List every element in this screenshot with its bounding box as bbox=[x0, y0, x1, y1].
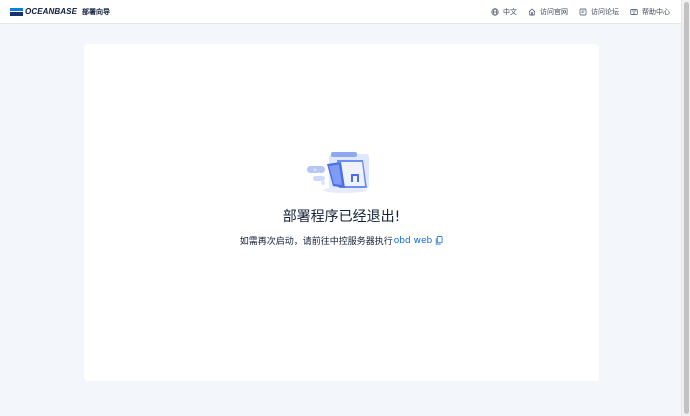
exit-door-illustration-icon: >_ bbox=[307, 152, 369, 193]
nav-official-site-label: 访问官网 bbox=[540, 8, 568, 16]
copy-icon[interactable] bbox=[435, 236, 443, 245]
restart-instructions: 如需再次启动，请前往中控服务器执行 obd web bbox=[84, 234, 599, 247]
help-book-icon bbox=[630, 9, 638, 15]
oceanbase-logo-icon bbox=[10, 7, 23, 16]
nav-official-site[interactable]: 访问官网 bbox=[528, 7, 568, 17]
nav-language[interactable]: 中文 bbox=[491, 7, 517, 17]
nav-forum-label: 访问论坛 bbox=[591, 8, 619, 16]
restart-instructions-text: 如需再次启动，请前往中控服务器执行 bbox=[239, 237, 393, 247]
svg-text:>_: >_ bbox=[313, 168, 320, 174]
globe-icon bbox=[491, 8, 499, 16]
command-text[interactable]: obd web bbox=[394, 236, 432, 246]
nav-help-center[interactable]: 帮助中心 bbox=[630, 7, 670, 17]
page-scrollbar[interactable] bbox=[681, 0, 690, 416]
nav-forum[interactable]: 访问论坛 bbox=[579, 7, 619, 17]
header-nav: 中文 访问官网 访问论坛 帮助中心 bbox=[491, 0, 681, 24]
forum-icon bbox=[579, 8, 587, 16]
nav-language-label: 中文 bbox=[503, 8, 517, 16]
exit-title: 部署程序已经退出! bbox=[282, 209, 401, 225]
home-icon bbox=[528, 8, 536, 16]
brand-subtitle: 部署向导 bbox=[82, 7, 111, 16]
brand[interactable]: OCEANBASE 部署向导 bbox=[10, 7, 110, 17]
nav-help-center-label: 帮助中心 bbox=[642, 8, 670, 16]
scrollbar-thumb[interactable] bbox=[684, 2, 689, 414]
top-header: OCEANBASE 部署向导 中文 访问官网 访问论坛 帮助中心 bbox=[0, 0, 681, 24]
exit-card: >_ 部署程序已经退出! 如需再次启动，请前往中控服务器执行 obd web bbox=[84, 44, 599, 381]
brand-name: OCEANBASE bbox=[25, 7, 78, 16]
